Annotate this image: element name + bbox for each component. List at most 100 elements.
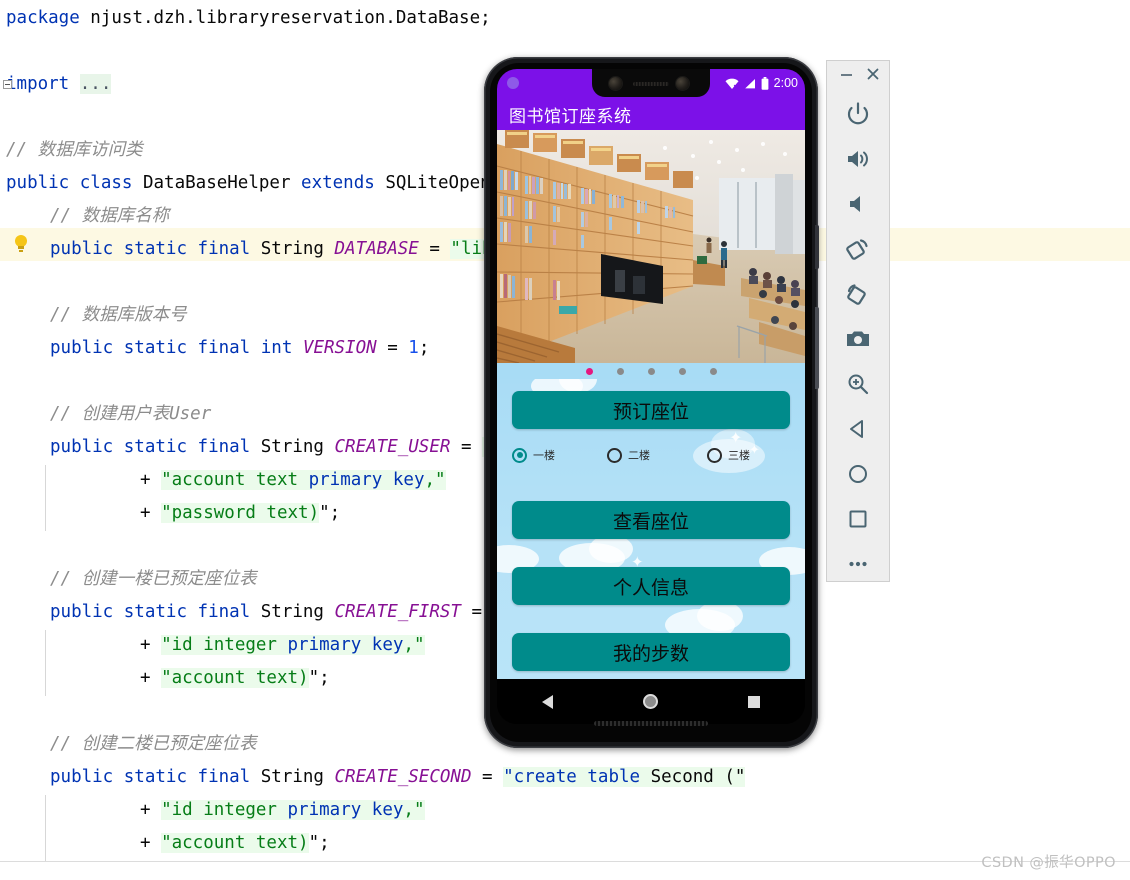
code-token: Second (": [650, 767, 746, 787]
code-token: ,": [424, 470, 446, 490]
code-line: + "account text primary key,": [140, 464, 446, 497]
minimize-button[interactable]: [841, 74, 852, 76]
android-emulator-device[interactable]: 2:00 图书馆订座系统 ✦ ✦ ✦ 预订座位 一楼 二楼 三楼 查看座位 个人…: [484, 57, 819, 748]
more-button[interactable]: [827, 541, 889, 586]
code-token: "create table: [503, 767, 651, 787]
code-token: +: [140, 503, 162, 523]
radio-option-floor-1[interactable]: 一楼: [512, 447, 555, 463]
code-line: + "password text)";: [140, 497, 340, 530]
nav-recents-icon[interactable]: [748, 695, 760, 708]
code-token: =: [471, 767, 504, 787]
radio-option-floor-3[interactable]: 三楼: [707, 447, 750, 463]
power-button[interactable]: [827, 91, 889, 136]
my-steps-button[interactable]: 我的步数: [512, 633, 790, 671]
code-token: +: [140, 635, 162, 655]
overview-button[interactable]: [827, 496, 889, 541]
carousel-dot[interactable]: [709, 367, 717, 375]
overview-square-icon: [849, 510, 867, 527]
code-line: // 创建二楼已预定座位表: [50, 728, 257, 761]
code-fold-icon[interactable]: [3, 80, 12, 89]
volume-up-icon: [848, 150, 868, 167]
back-button[interactable]: [827, 406, 889, 451]
bottom-speaker-grille: [594, 721, 708, 726]
zoom-button[interactable]: [827, 361, 889, 406]
emulator-toolbar-items[interactable]: [827, 91, 889, 586]
volume-down-button[interactable]: [827, 181, 889, 226]
code-token: =: [450, 437, 483, 457]
rotate-right-button[interactable]: [827, 271, 889, 316]
code-token: final: [197, 767, 261, 787]
screenshot-root: package njust.dzh.libraryreservation.Dat…: [0, 0, 1130, 880]
code-token: public: [50, 602, 124, 622]
radio-indicator[interactable]: [512, 447, 527, 463]
code-token: 1: [408, 338, 419, 358]
wifi-icon: [725, 78, 739, 89]
nav-back-icon[interactable]: [542, 694, 553, 709]
code-line: // 创建一楼已预定座位表: [50, 563, 257, 596]
carousel-dot[interactable]: [585, 367, 593, 375]
intention-bulb-icon[interactable]: [13, 235, 29, 254]
code-token: CREATE_USER: [334, 437, 451, 457]
code-token: "account text): [161, 833, 309, 853]
code-token: final: [197, 338, 261, 358]
code-token: static: [123, 602, 198, 622]
carousel-page-indicator[interactable]: [497, 363, 805, 379]
display-notch: [592, 69, 710, 97]
rotate-left-button[interactable]: [827, 226, 889, 271]
csdn-watermark: CSDN @振华OPPO: [981, 855, 1116, 871]
code-token: ";: [308, 668, 330, 688]
phone-volume-side-button[interactable]: [815, 307, 819, 389]
nav-home-icon[interactable]: [643, 694, 658, 709]
indent-guide: [45, 795, 46, 861]
code-token: +: [140, 470, 162, 490]
library-photo-illustration: [497, 130, 805, 363]
code-token: ,": [403, 800, 425, 820]
code-token: "account text): [161, 668, 309, 688]
emulator-side-toolbar[interactable]: [826, 60, 890, 582]
radio-option-floor-2[interactable]: 二楼: [607, 447, 650, 463]
emulator-screen[interactable]: 2:00 图书馆订座系统 ✦ ✦ ✦ 预订座位 一楼 二楼 三楼 查看座位 个人…: [497, 69, 805, 724]
cloud-decoration: [697, 601, 743, 631]
more-dots-icon: [849, 561, 867, 566]
personal-info-button[interactable]: 个人信息: [512, 567, 790, 605]
code-line: public static final String DATABASE = "l…: [50, 233, 556, 266]
carousel-dot[interactable]: [678, 367, 686, 375]
code-token: extends: [301, 173, 386, 193]
code-token: DataBaseHelper: [142, 173, 302, 193]
app-content-area: ✦ ✦ ✦ 预订座位 一楼 二楼 三楼 查看座位 个人信息 我的步数: [497, 379, 805, 679]
phone-power-side-button[interactable]: [815, 225, 819, 269]
library-hero-image[interactable]: [497, 130, 805, 363]
code-token: "id integer: [161, 800, 288, 820]
reserve-seat-button[interactable]: 预订座位: [512, 391, 790, 429]
code-token: "account text: [161, 470, 309, 490]
android-navigation-bar[interactable]: [497, 679, 805, 724]
floor-radio-group[interactable]: 一楼 二楼 三楼: [512, 447, 792, 475]
code-token: =: [418, 239, 451, 259]
code-token: ;: [418, 338, 430, 358]
screenshot-button[interactable]: [827, 316, 889, 361]
indent-guide: [45, 465, 46, 531]
status-bar-right-cluster: 2:00: [725, 74, 798, 92]
view-seat-button[interactable]: 查看座位: [512, 501, 790, 539]
code-token: // 数据库名称: [50, 206, 170, 226]
code-token: // 创建用户表User: [50, 404, 212, 424]
carousel-dot[interactable]: [616, 367, 624, 375]
close-icon[interactable]: [867, 68, 879, 80]
carousel-dot[interactable]: [647, 367, 655, 375]
code-token: // 数据库版本号: [50, 305, 187, 325]
code-token: // 数据库访问类: [6, 140, 143, 160]
code-token: int: [260, 338, 303, 358]
code-token: String: [260, 239, 335, 259]
radio-indicator[interactable]: [707, 447, 722, 463]
code-token: public: [50, 767, 124, 787]
code-token: static: [123, 338, 198, 358]
code-line: package njust.dzh.libraryreservation.Dat…: [6, 2, 491, 35]
code-token: ";: [308, 833, 330, 853]
radio-indicator[interactable]: [607, 447, 622, 463]
volume-up-button[interactable]: [827, 136, 889, 181]
code-token: CREATE_SECOND: [334, 767, 472, 787]
code-line: + "id integer primary key,": [140, 629, 425, 662]
code-token: final: [197, 602, 261, 622]
home-button[interactable]: [827, 451, 889, 496]
code-token: njust.dzh.libraryreservation.DataBase;: [90, 8, 491, 28]
